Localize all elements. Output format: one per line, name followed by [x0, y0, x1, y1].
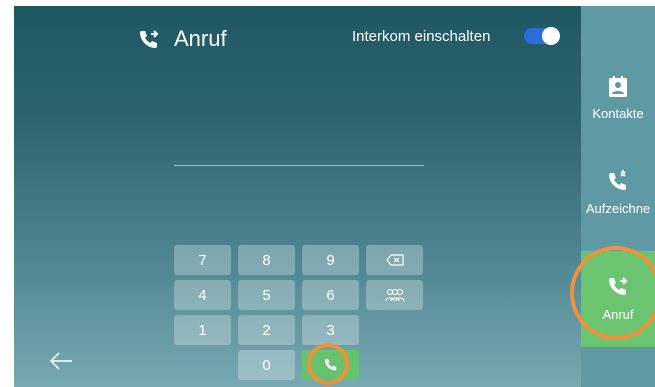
back-arrow-icon[interactable]	[48, 351, 74, 371]
highlight-ring-sidebar	[570, 246, 655, 340]
key-1[interactable]: 1	[174, 315, 231, 345]
key-4[interactable]: 4	[174, 280, 231, 310]
key-3[interactable]: 3	[302, 315, 359, 345]
call-log-icon	[609, 170, 626, 190]
call-forward-icon	[140, 30, 159, 48]
key-2[interactable]: 2	[238, 315, 295, 345]
number-input-field[interactable]	[174, 165, 424, 166]
group-icon	[384, 288, 405, 302]
group-key[interactable]	[366, 280, 423, 310]
page-title: Anruf	[174, 26, 227, 51]
key-8[interactable]: 8	[238, 245, 295, 275]
key-0[interactable]: 0	[238, 350, 295, 380]
backspace-key[interactable]	[366, 245, 423, 275]
intercom-screen: Anruf Interkom einschalten 7 8 9 4 5 6 1…	[14, 6, 655, 387]
sidebar-item-label: Kontakte	[592, 106, 644, 121]
sidebar-item-label: Aufzeichne	[585, 201, 651, 216]
key-7[interactable]: 7	[174, 245, 231, 275]
backspace-icon	[385, 254, 404, 266]
highlight-ring-call	[307, 343, 349, 385]
key-6[interactable]: 6	[302, 280, 359, 310]
toggle-knob	[542, 27, 560, 45]
contacts-icon	[609, 76, 627, 97]
intercom-toggle-label: Interkom einschalten	[352, 28, 491, 45]
sidebar-item-contacts[interactable]: Kontakte	[581, 76, 655, 156]
intercom-toggle[interactable]	[524, 27, 560, 45]
key-9[interactable]: 9	[302, 245, 359, 275]
sidebar-item-call-log[interactable]: Aufzeichne	[581, 169, 655, 249]
key-5[interactable]: 5	[238, 280, 295, 310]
